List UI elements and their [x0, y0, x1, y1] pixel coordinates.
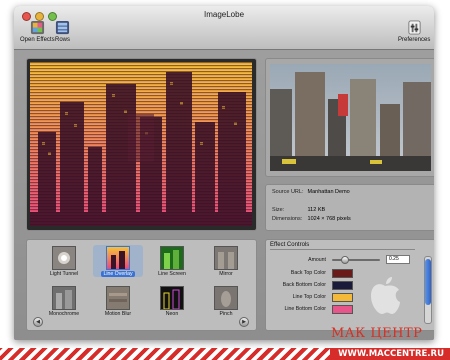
main-image-panel — [26, 58, 257, 231]
effect-thumb-line-screen — [160, 246, 184, 270]
amount-field[interactable]: 0.25 — [386, 255, 410, 264]
source-thumbnail-panel — [265, 58, 434, 177]
effect-label: Neon — [165, 311, 179, 317]
back-top-color-well[interactable] — [332, 269, 353, 278]
effect-pinch[interactable]: Pinch — [201, 286, 251, 317]
effect-line-screen[interactable]: Line Screen — [147, 246, 197, 277]
effect-label: Light Tunnel — [49, 271, 79, 277]
open-effects-button[interactable]: Open Effects — [20, 20, 55, 43]
effect-thumb-pinch — [214, 286, 238, 310]
line-top-color-label: Line Top Color — [292, 294, 326, 300]
effect-label: Line Screen — [158, 271, 186, 277]
effect-thumb-neon — [160, 286, 184, 310]
effect-label: Line Overlay — [101, 271, 135, 277]
source-url-label: Source URL: — [272, 189, 304, 195]
size-label: Size: — [272, 207, 285, 213]
watermark-url: WWW.MACCENTRE.RU — [338, 349, 444, 359]
open-effects-icon — [30, 20, 44, 35]
source-thumbnail-image — [270, 64, 431, 171]
effects-browser: Light Tunnel Line Overlay Line Screen Mi… — [26, 239, 257, 331]
watermark-bar: WWW.MACCENTRE.RU — [0, 348, 450, 360]
effect-label: Motion Blur — [104, 311, 132, 317]
amount-slider-knob[interactable] — [341, 256, 349, 264]
effect-thumb-mirror — [214, 246, 238, 270]
rows-icon — [55, 20, 70, 35]
controls-scrollbar[interactable] — [424, 256, 432, 324]
line-top-color-well[interactable] — [332, 293, 353, 302]
rows-label: Rows — [55, 37, 71, 43]
preferences-icon — [408, 20, 421, 35]
window-title: ImageLobe — [203, 10, 245, 19]
effect-label: Pinch — [219, 311, 233, 317]
amount-label: Amount — [308, 257, 326, 263]
back-bottom-color-well[interactable] — [332, 281, 353, 290]
source-url-row: Source URL: Manhattan Demo — [272, 189, 350, 195]
effect-label: Mirror — [219, 271, 233, 277]
dimensions-label: Dimensions: — [272, 216, 303, 222]
effect-thumb-monochrome — [52, 286, 76, 310]
divider — [270, 249, 415, 250]
size-value: 112 KB — [307, 207, 326, 213]
effect-motion-blur[interactable]: Motion Blur — [93, 286, 143, 317]
watermark-stripes — [0, 348, 330, 360]
right-arrow-icon[interactable]: ▶ — [239, 317, 249, 327]
open-effects-label: Open Effects — [20, 37, 55, 43]
effect-thumb-line-overlay — [106, 246, 130, 270]
back-top-color-label: Back Top Color — [290, 270, 326, 276]
size-row: Size: 112 KB — [272, 207, 325, 213]
rows-button[interactable]: Rows — [55, 20, 70, 43]
amount-slider[interactable] — [332, 259, 380, 261]
effect-neon[interactable]: Neon — [147, 286, 197, 317]
effect-monochrome[interactable]: Monochrome — [39, 286, 89, 317]
effect-line-overlay[interactable]: Line Overlay — [93, 245, 143, 277]
apple-logo-icon — [371, 277, 400, 314]
dimensions-value: 1024 × 768 pixels — [307, 216, 351, 222]
image-info-panel: Source URL: Manhattan Demo Size: 112 KB … — [265, 184, 434, 231]
back-bottom-color-label: Back Bottom Color — [282, 282, 326, 288]
effect-controls-panel: Effect Controls Amount 0.25 Back Top Col… — [265, 239, 434, 331]
preferences-button[interactable]: Preferences — [398, 20, 430, 43]
effect-mirror[interactable]: Mirror — [201, 246, 251, 277]
effect-controls-title: Effect Controls — [270, 242, 310, 248]
line-bottom-color-label: Line Bottom Color — [284, 306, 326, 312]
preferences-label: Preferences — [398, 37, 431, 43]
title-bar: ImageLobe Open Effects Rows Preferences — [14, 6, 434, 50]
effect-thumb-motion-blur — [106, 286, 130, 310]
line-bottom-color-well[interactable] — [332, 305, 353, 314]
scrollbar-thumb[interactable] — [425, 259, 431, 305]
left-arrow-icon[interactable]: ◀ — [33, 317, 43, 327]
effect-light-tunnel[interactable]: Light Tunnel — [39, 246, 89, 277]
main-image-line-overlay — [30, 62, 252, 226]
source-url-value: Manhattan Demo — [307, 189, 350, 195]
dimensions-row: Dimensions: 1024 × 768 pixels — [272, 216, 351, 222]
watermark-text: МАК ЦЕНТР — [331, 326, 423, 341]
effect-label: Monochrome — [48, 311, 80, 317]
effect-thumb-light-tunnel — [52, 246, 76, 270]
